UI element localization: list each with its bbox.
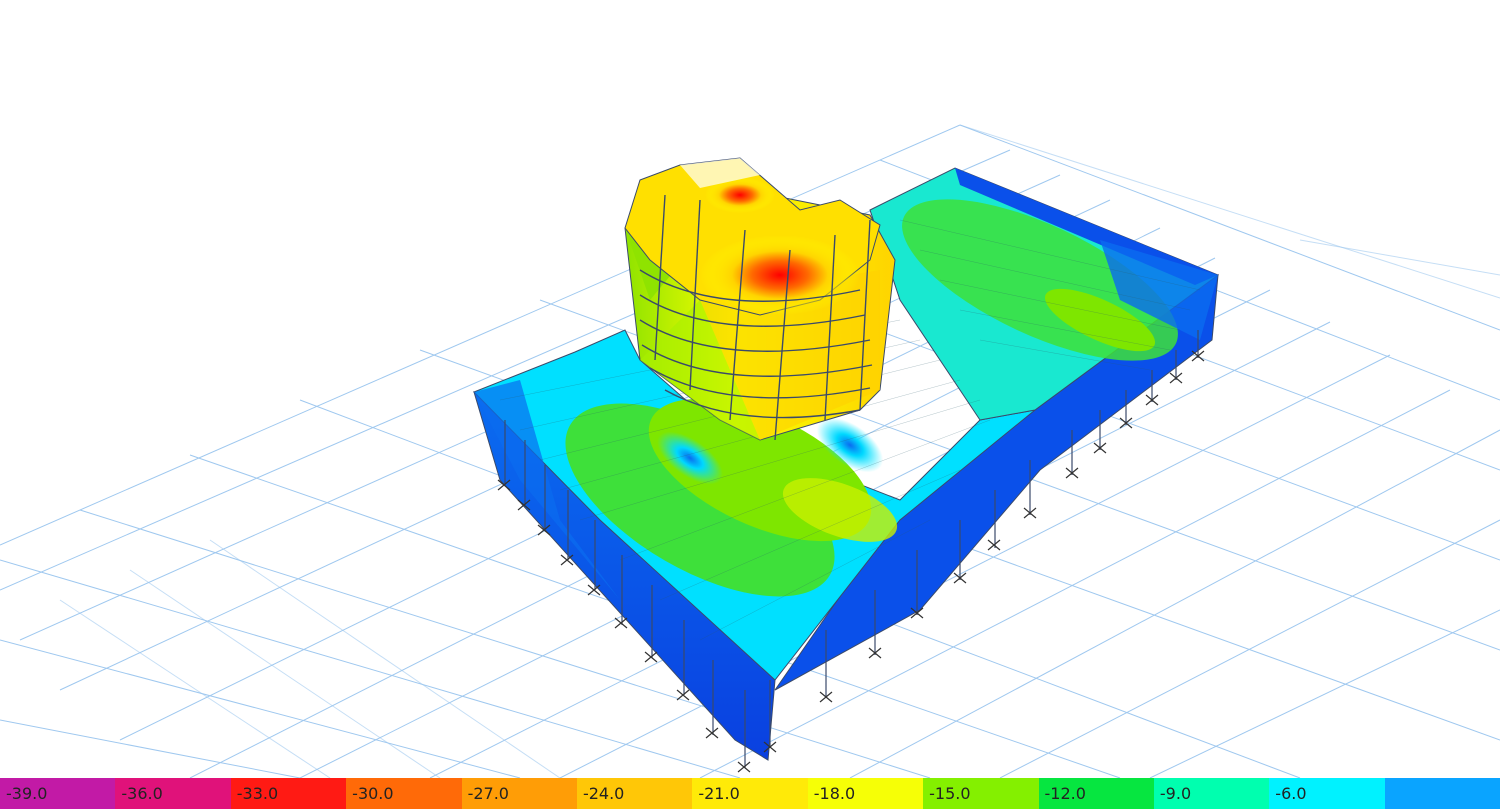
- model-viewport[interactable]: [0, 0, 1500, 778]
- legend-segment: -12.0: [1038, 778, 1154, 809]
- legend-label: -15.0: [929, 784, 971, 803]
- legend-segment: -27.0: [461, 778, 577, 809]
- legend-label: -18.0: [813, 784, 856, 803]
- legend-label: -12.0: [1044, 784, 1086, 803]
- legend-segment: -21.0: [692, 778, 808, 809]
- legend-segment: -6.0: [1269, 778, 1385, 809]
- legend-label: -30.0: [352, 784, 394, 803]
- legend-segment: -24.0: [576, 778, 693, 809]
- legend-label: -33.0: [236, 784, 279, 803]
- legend-segment: -36.0: [115, 778, 231, 809]
- legend-segment: -30.0: [346, 778, 462, 809]
- legend-label: -21.0: [698, 784, 740, 803]
- legend-segment: -33.0: [230, 778, 347, 809]
- legend-label: -39.0: [6, 784, 48, 803]
- legend-segment: -9.0: [1153, 778, 1270, 809]
- legend-segment: -15.0: [923, 778, 1039, 809]
- legend-label: -36.0: [121, 784, 163, 803]
- legend-segment: [1384, 778, 1500, 809]
- legend-label: -9.0: [1159, 784, 1192, 803]
- legend-label: -27.0: [467, 784, 509, 803]
- legend-label: -6.0: [1275, 784, 1307, 803]
- color-scale-legend: -39.0 -36.0 -33.0 -30.0 -27.0 -24.0 -21.0 -18.0…: [0, 778, 1500, 809]
- legend-segment: -39.0: [0, 778, 116, 809]
- legend-label: -24.0: [582, 784, 625, 803]
- structural-model-render: [0, 124, 1500, 778]
- legend-segment: -18.0: [807, 778, 924, 809]
